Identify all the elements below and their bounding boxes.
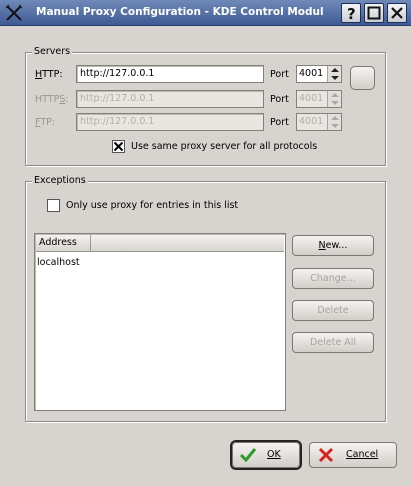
- change-button[interactable]: Change...: [292, 268, 374, 289]
- same-proxy-label[interactable]: Use same proxy server for all protocols: [131, 141, 317, 152]
- https-label: HTTPS:: [35, 94, 69, 105]
- spin-down-icon[interactable]: [331, 76, 339, 80]
- https-proxy-input[interactable]: http://127.0.0.1: [76, 90, 264, 108]
- spin-down-icon[interactable]: [331, 124, 339, 128]
- window-title: Manual Proxy Configuration - KDE Control…: [36, 6, 324, 18]
- https-port-spinbox[interactable]: 4001: [296, 90, 342, 108]
- maximize-button[interactable]: [364, 3, 384, 23]
- spin-up-icon[interactable]: [331, 68, 339, 72]
- exceptions-group-title: Exceptions: [32, 175, 88, 186]
- https-port-label: Port: [270, 94, 289, 105]
- cancel-button[interactable]: Cancel: [309, 442, 397, 468]
- close-button[interactable]: [387, 3, 407, 23]
- http-label: HTTP:: [35, 69, 63, 80]
- close-icon: [391, 7, 403, 19]
- https-port-arrows[interactable]: [327, 91, 341, 107]
- ftp-port-label: Port: [270, 117, 289, 128]
- help-icon: ?: [347, 5, 356, 22]
- http-proxy-input[interactable]: http://127.0.0.1: [76, 65, 264, 83]
- ftp-port-arrows[interactable]: [327, 114, 341, 130]
- same-proxy-checkbox[interactable]: [112, 140, 125, 153]
- spin-down-icon[interactable]: [331, 101, 339, 105]
- http-port-arrows[interactable]: [327, 66, 341, 82]
- ftp-label: FTP:: [35, 117, 56, 128]
- spin-up-icon[interactable]: [331, 93, 339, 97]
- list-item[interactable]: localhost: [37, 257, 80, 268]
- http-port-spinbox[interactable]: 4001: [296, 65, 342, 83]
- address-list-header: Address: [36, 235, 284, 252]
- delete-all-button[interactable]: Delete All: [292, 332, 374, 353]
- http-port-value[interactable]: 4001: [297, 66, 327, 82]
- only-use-proxy-label[interactable]: Only use proxy for entries in this list: [66, 200, 238, 211]
- new-button[interactable]: New...: [292, 235, 374, 256]
- ftp-proxy-input[interactable]: http://127.0.0.1: [76, 113, 264, 131]
- new-button-label: ew...: [325, 240, 348, 251]
- address-list[interactable]: Address localhost: [34, 233, 286, 411]
- maximize-icon: [367, 6, 381, 20]
- delete-button[interactable]: Delete: [292, 300, 374, 321]
- only-use-proxy-checkbox[interactable]: [47, 199, 60, 212]
- ftp-port-value[interactable]: 4001: [297, 114, 327, 130]
- ftp-port-spinbox[interactable]: 4001: [296, 113, 342, 131]
- check-icon: [239, 448, 257, 463]
- cancel-button-label: Cancel: [346, 449, 379, 460]
- cancel-x-icon: [318, 447, 334, 463]
- title-bar[interactable]: Manual Proxy Configuration - KDE Control…: [0, 0, 411, 26]
- ok-button[interactable]: OK: [232, 442, 300, 468]
- kde-app-icon[interactable]: [4, 3, 24, 23]
- spin-up-icon[interactable]: [331, 116, 339, 120]
- help-button[interactable]: ?: [341, 3, 361, 23]
- servers-group-title: Servers: [32, 46, 73, 57]
- http-port-label: Port: [270, 69, 289, 80]
- https-port-value[interactable]: 4001: [297, 91, 327, 107]
- address-column-header[interactable]: Address: [36, 235, 91, 252]
- svg-text:?: ?: [347, 5, 356, 22]
- copy-to-all-button[interactable]: [350, 66, 375, 90]
- check-x-icon: [113, 141, 124, 152]
- ok-button-label: OK: [267, 449, 281, 460]
